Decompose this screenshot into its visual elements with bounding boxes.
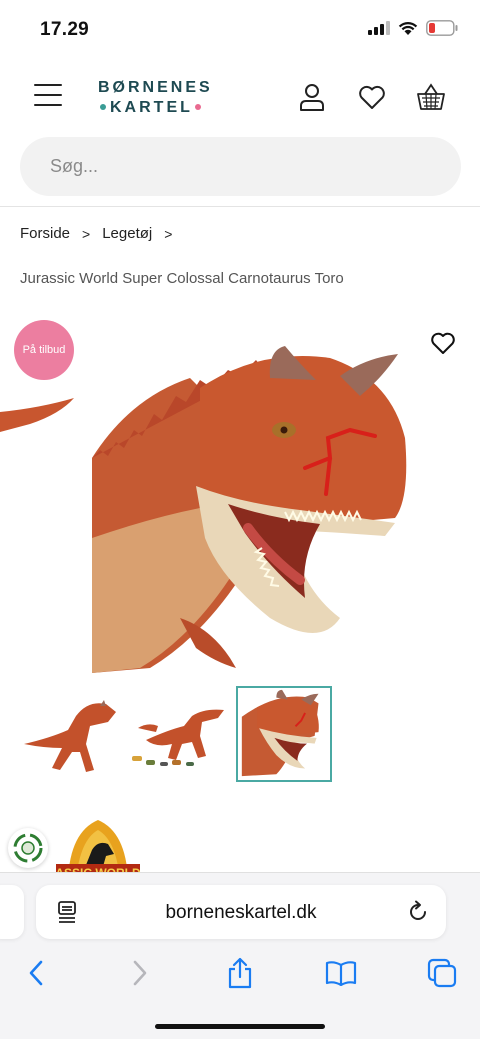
previous-tab-peek[interactable] — [0, 885, 24, 939]
jurassic-world-logo: ASSIC WORLD — [55, 820, 141, 880]
site-logo[interactable]: BØRNENES KARTEL — [98, 78, 213, 118]
add-to-wishlist-heart-icon[interactable] — [430, 330, 456, 356]
product-thumbnail-3[interactable] — [236, 686, 332, 782]
eco-badge[interactable] — [8, 828, 48, 868]
search-placeholder: Søg... — [50, 156, 99, 176]
header-divider — [0, 206, 480, 207]
tabs-button[interactable] — [424, 955, 460, 991]
breadcrumb-separator: > — [82, 225, 91, 242]
search-bar[interactable]: Søg... — [20, 137, 461, 196]
tabs-icon — [427, 958, 457, 988]
menu-icon-line — [34, 84, 62, 86]
logo-top-text: BØRNENES — [98, 79, 213, 96]
product-image-carousel[interactable] — [0, 318, 480, 678]
breadcrumb: Forside > Legetøj > — [20, 225, 184, 242]
recycle-leaf-icon — [13, 833, 43, 863]
breadcrumb-separator: > — [164, 225, 173, 242]
status-time: 17.29 — [40, 19, 90, 40]
wifi-icon — [398, 21, 418, 35]
status-icons — [368, 20, 458, 36]
breadcrumb-item-home[interactable]: Forside — [20, 225, 70, 242]
battery-low-icon — [426, 20, 458, 36]
logo-dot-teal — [100, 103, 106, 110]
menu-icon-line — [34, 94, 62, 96]
menu-button[interactable] — [34, 84, 62, 108]
breadcrumb-item-toys[interactable]: Legetøj — [102, 225, 152, 242]
back-button[interactable] — [18, 955, 54, 991]
cellular-signal-icon — [368, 21, 390, 35]
logo-bottom-row: KARTEL — [98, 98, 208, 118]
product-thumbnail-1[interactable] — [20, 686, 116, 782]
product-title: Jurassic World Super Colossal Carnotauru… — [20, 270, 344, 287]
product-thumbnail-2[interactable] — [128, 686, 224, 782]
wishlist-heart-icon[interactable] — [357, 82, 387, 112]
chevron-right-icon — [133, 960, 147, 986]
share-button[interactable] — [222, 955, 258, 991]
chevron-left-icon — [29, 960, 43, 986]
browser-toolbar: borneneskartel.dk — [0, 872, 480, 1039]
home-indicator — [155, 1024, 325, 1029]
reload-icon[interactable] — [406, 900, 430, 924]
site-header: BØRNENES KARTEL — [0, 70, 480, 126]
logo-bottom-text: KARTEL — [110, 99, 193, 116]
url-text: borneneskartel.dk — [165, 902, 317, 923]
forward-button[interactable] — [122, 955, 158, 991]
sale-badge: På tilbud — [14, 320, 74, 380]
book-icon — [325, 961, 357, 986]
address-bar[interactable]: borneneskartel.dk — [36, 885, 446, 939]
status-bar: 17.29 — [0, 0, 480, 60]
account-icon[interactable] — [297, 82, 327, 112]
basket-icon[interactable] — [416, 82, 446, 112]
logo-dot-pink — [194, 103, 201, 110]
share-icon — [228, 957, 252, 989]
bookmarks-button[interactable] — [323, 955, 359, 991]
menu-icon-line — [34, 104, 62, 106]
